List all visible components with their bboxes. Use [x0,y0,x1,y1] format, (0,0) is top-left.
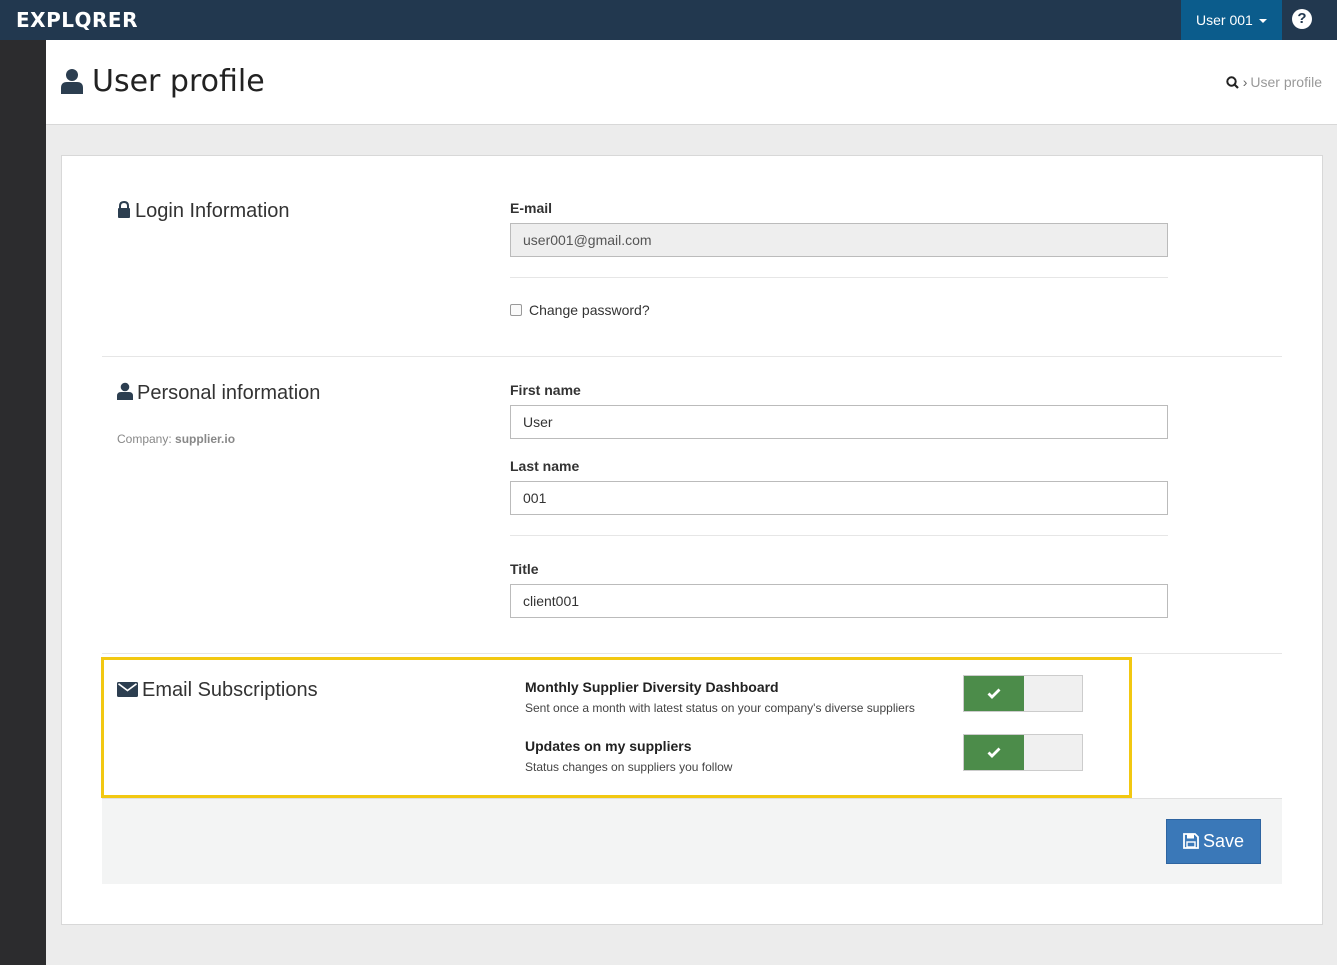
title-field[interactable]: client001 [510,584,1168,618]
save-icon [1183,833,1199,849]
change-password-checkbox[interactable] [510,304,522,316]
check-icon [987,688,1001,699]
section-divider [102,653,1282,654]
profile-card: Login Information E-mail user001@gmail.c… [61,155,1323,925]
change-password-label: Change password? [529,302,650,318]
help-icon[interactable]: ? [1292,9,1312,29]
title-label: Title [510,561,539,577]
divider [510,535,1168,536]
check-icon [987,747,1001,758]
subscription-title: Updates on my suppliers [525,738,692,754]
user-icon [61,69,83,94]
login-section-title: Login Information [117,200,290,223]
user-menu-dropdown[interactable]: User 001 [1181,0,1282,40]
company-value: supplier.io [175,432,236,446]
page-title: User profile [92,64,265,99]
email-label: E-mail [510,200,553,216]
subscriptions-section-title: Email Subscriptions [117,679,318,702]
personal-section-title: Personal information [117,382,320,405]
app-logo[interactable]: EXPLQRER [16,8,138,32]
page-header: User profile › User profile [46,40,1337,125]
subscription-description: Sent once a month with latest status on … [525,701,915,715]
change-password-row: Change password? [510,302,650,318]
email-field[interactable]: user001@gmail.com [510,223,1168,257]
subscriptions-section-label: Email Subscriptions [142,679,318,701]
top-navbar: EXPLQRER User 001 ? [0,0,1337,40]
section-divider [102,356,1282,357]
first-name-field[interactable]: User [510,405,1168,439]
caret-down-icon [1258,19,1267,23]
subscription-title: Monthly Supplier Diversity Dashboard [525,679,779,695]
toggle-on-state [964,676,1024,711]
breadcrumb-separator: › [1242,74,1248,90]
save-button-label: Save [1202,831,1245,851]
monthly-dashboard-toggle[interactable] [963,675,1083,712]
divider [510,277,1168,278]
logo-text-q: Q [74,8,92,32]
logo-text-start: EXPL [16,8,75,32]
toggle-on-state [964,735,1024,770]
last-name-label: Last name [510,458,580,474]
personal-section-label: Personal information [137,382,321,404]
login-section-label: Login Information [135,200,290,222]
search-icon[interactable] [1226,76,1239,89]
breadcrumb-current: User profile [1250,74,1322,90]
envelope-icon [117,682,138,697]
breadcrumb: › User profile [1226,74,1322,90]
user-icon [117,382,133,400]
first-name-label: First name [510,382,581,398]
last-name-field[interactable]: 001 [510,481,1168,515]
subscription-description: Status changes on suppliers you follow [525,760,733,774]
lock-icon [118,200,130,218]
logo-text-end: RER [92,8,138,32]
user-menu-label: User 001 [1196,12,1253,28]
left-sidebar [0,40,46,965]
company-label: Company: [117,432,172,446]
company-info: Company: supplier.io [117,432,235,446]
save-button[interactable]: Save [1166,819,1261,864]
supplier-updates-toggle[interactable] [963,734,1083,771]
form-footer: Save [102,798,1282,884]
